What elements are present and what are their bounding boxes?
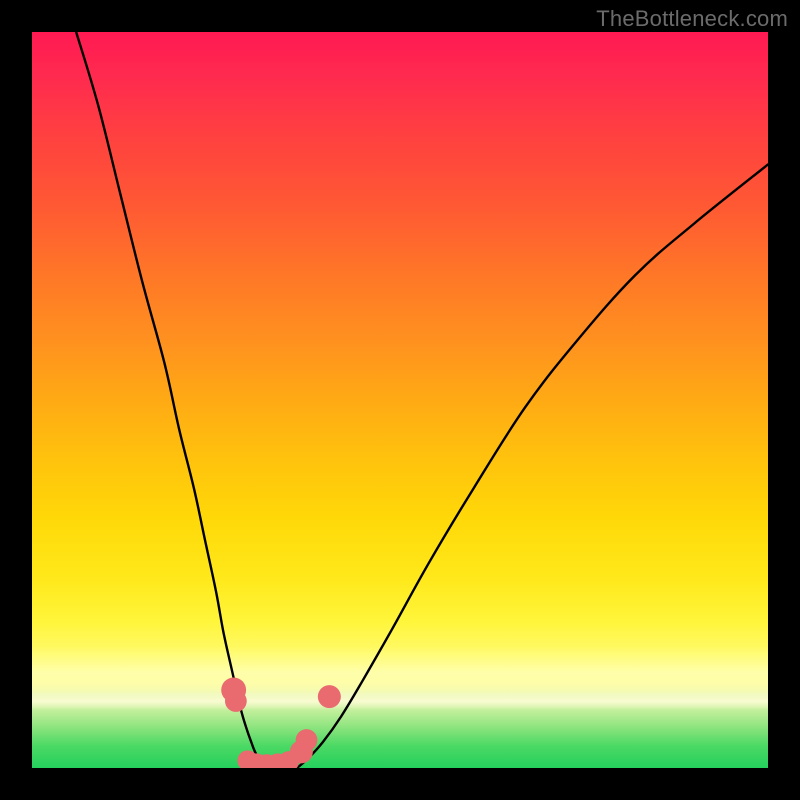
marker-right-outlier [318,685,341,708]
chart-frame: TheBottleneck.com [0,0,800,800]
curve-layer [32,32,768,768]
marker-left-cluster-mid [225,690,247,712]
marker-right-cluster-high [296,729,318,751]
watermark-text: TheBottleneck.com [596,6,788,32]
left-curve [76,32,267,768]
marker-group [221,678,341,768]
right-curve [297,164,768,768]
plot-area [32,32,768,768]
